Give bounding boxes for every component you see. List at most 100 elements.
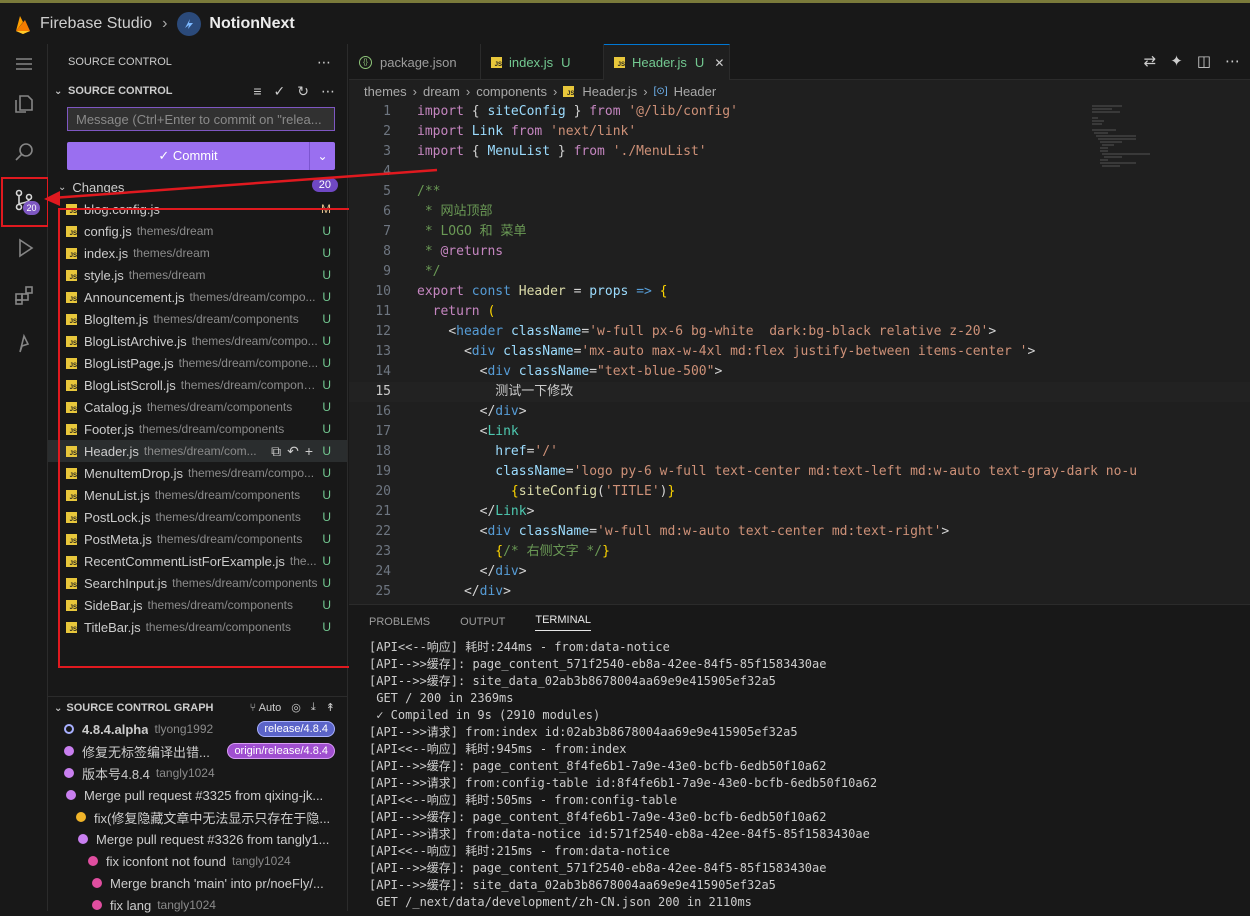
commit-message: Merge pull request #3325 from qixing-jk.… xyxy=(84,787,324,803)
split-editor-icon[interactable]: ◫ xyxy=(1197,52,1211,70)
chevron-right-icon: › xyxy=(162,14,168,32)
search-icon[interactable] xyxy=(0,132,48,172)
commit-dot-icon xyxy=(64,768,74,778)
view-as-list-icon[interactable]: ≡ xyxy=(253,83,261,100)
tab-status: U xyxy=(561,54,571,70)
branch-icon[interactable]: ⑂ Auto xyxy=(250,702,282,714)
terminal-output[interactable]: [API<<--响应] 耗时:244ms - from:data-notice [… xyxy=(349,639,1250,911)
editor-tab[interactable]: {} package.json xyxy=(349,44,481,80)
commit-message: Merge pull request #3326 from tangly1... xyxy=(96,831,330,847)
changes-header[interactable]: ⌄ Changes 20 xyxy=(58,178,338,196)
breadcrumb-item[interactable]: Header xyxy=(674,84,717,99)
changes-label: Changes xyxy=(72,179,125,195)
panel-tabs: PROBLEMS OUTPUT TERMINAL xyxy=(349,605,1250,639)
branch-badge: origin/release/4.8.4 xyxy=(227,743,335,759)
commit-message: 版本号4.8.4 xyxy=(82,766,150,782)
explorer-icon[interactable] xyxy=(0,84,48,124)
graph-auto-label: Auto xyxy=(258,701,282,714)
run-debug-icon[interactable] xyxy=(0,228,48,268)
refresh-icon[interactable]: ↻ xyxy=(297,83,309,100)
sparkle-icon[interactable]: ✦ xyxy=(1170,52,1183,70)
compare-changes-icon[interactable]: ⇄ xyxy=(1144,52,1157,70)
terminal-line: [API<<--响应] 耗时:505ms - from:config-table xyxy=(369,793,678,807)
menu-icon[interactable] xyxy=(0,44,48,84)
code-editor[interactable]: 1 import { siteConfig } from '@/lib/confi… xyxy=(349,102,1250,604)
commit-dot-icon xyxy=(78,834,88,844)
symbol-icon: [⊙] xyxy=(653,85,668,97)
fetch-icon[interactable]: ⤓ xyxy=(311,701,316,714)
chevron-down-icon[interactable]: ⌄ xyxy=(54,86,68,97)
terminal-line: [API-->>缓存]: page_content_8f4fe6b1-7a9e-… xyxy=(369,810,827,824)
js-file-icon: JS xyxy=(491,56,502,68)
more-icon[interactable]: ⋯ xyxy=(321,83,335,100)
editor-tab[interactable]: JS Header.js U ✕ xyxy=(604,44,730,80)
graph-commit-row[interactable]: fix(修复隐藏文章中无法显示只存在于隐... xyxy=(48,806,347,828)
tab-label: package.json xyxy=(380,54,457,70)
commit-dropdown-icon[interactable]: ⌄ xyxy=(309,142,335,170)
commit-graph: 4.8.4.alpha tlyong1992 release/4.8.4 修复无标签编… xyxy=(48,718,347,916)
panel-tab[interactable]: PROBLEMS xyxy=(369,616,430,628)
breadcrumb-item[interactable]: dream xyxy=(423,84,460,99)
graph-commit-row[interactable]: 版本号4.8.4 tangly1024 xyxy=(48,762,347,784)
commit-dot-icon xyxy=(64,746,74,756)
more-icon[interactable]: ⋯ xyxy=(1225,52,1240,70)
commit-author: tangly1024 xyxy=(231,854,291,868)
pull-icon[interactable]: ↟ xyxy=(326,701,335,714)
terminal-line: [API-->>缓存]: site_data_02ab3b8678004aa69… xyxy=(369,878,776,892)
editor-tab[interactable]: JS index.js U xyxy=(481,44,604,80)
terminal-line: [API-->>缓存]: site_data_02ab3b8678004aa69… xyxy=(369,674,776,688)
json-file-icon: {} xyxy=(359,55,372,69)
js-file-icon: JS xyxy=(563,85,575,97)
commit-author: tangly1024 xyxy=(157,898,216,912)
chevron-right-icon: › xyxy=(412,83,417,99)
panel-tab[interactable]: OUTPUT xyxy=(460,616,505,628)
terminal-line: [API-->>请求] from:data-notice id:571f2540… xyxy=(369,827,870,841)
commit-message: 4.8.4.alpha xyxy=(82,721,149,737)
chevron-right-icon: › xyxy=(553,83,558,99)
commit-author: tlyong1992 xyxy=(154,722,214,736)
commit-message: Merge branch 'main' into pr/noeFly/... xyxy=(110,875,324,891)
graph-commit-row[interactable]: 修复无标签编译出错... origin/release/4.8.4 xyxy=(48,740,347,762)
breadcrumb-item[interactable]: themes xyxy=(364,84,407,99)
extensions-icon[interactable] xyxy=(0,276,48,316)
terminal-line: [API-->>请求] from:config-table id:8f4fe6b… xyxy=(369,776,878,790)
chevron-right-icon: › xyxy=(465,83,471,99)
commit-label: Commit xyxy=(172,148,218,163)
graph-commit-row[interactable]: fix lang tangly1024 xyxy=(48,894,347,916)
breadcrumb-item[interactable]: components xyxy=(476,84,547,99)
commit-dot-icon xyxy=(92,900,102,910)
terminal-line: GET / 200 in 2369ms xyxy=(369,691,514,705)
firebase-logo-icon xyxy=(16,15,30,34)
commit-check-icon[interactable]: ✓ xyxy=(274,83,286,100)
commit-button[interactable]: ✓ Commit ⌄ xyxy=(67,142,335,170)
graph-title: SOURCE CONTROL GRAPH xyxy=(66,701,214,714)
chevron-down-icon: ⌄ xyxy=(58,181,67,193)
terminal-line: [API-->>缓存]: page_content_8f4fe6b1-7a9e-… xyxy=(369,759,827,773)
close-icon[interactable]: ✕ xyxy=(714,56,724,70)
graph-commit-row[interactable]: Merge branch 'main' into pr/noeFly/... xyxy=(48,872,347,894)
bottom-panel: PROBLEMS OUTPUT TERMINAL [API<<--响应] 耗时:24… xyxy=(349,604,1250,911)
chevron-right-icon: › xyxy=(643,83,648,99)
editor-tab-bar: {} package.json JS index.js U JS Header.js U ✕ xyxy=(349,44,1250,80)
graph-commit-row[interactable]: Merge pull request #3325 from qixing-jk.… xyxy=(48,784,347,806)
more-actions-icon[interactable]: ⋯ xyxy=(317,54,331,71)
breadcrumb-item[interactable]: Header.js xyxy=(582,84,637,99)
tab-status: U xyxy=(694,55,705,70)
panel-tab[interactable]: TERMINAL xyxy=(535,614,591,631)
graph-commit-row[interactable]: fix iconfont not found tangly1024 xyxy=(48,850,347,872)
annotation-highlight-box xyxy=(58,208,352,668)
firebase-studio-icon[interactable] xyxy=(0,324,48,364)
activity-bar xyxy=(0,44,48,911)
graph-commit-row[interactable]: 4.8.4.alpha tlyong1992 release/4.8.4 xyxy=(48,718,347,740)
commit-message: fix iconfont not found xyxy=(106,853,226,869)
sidebar-title: SOURCE CONTROL xyxy=(68,56,172,68)
terminal-line: [API<<--响应] 耗时:215ms - from:data-notice xyxy=(369,844,670,858)
terminal-line: ✓ Compiled in 9s (2910 modules) xyxy=(369,708,601,722)
annotation-highlight-box xyxy=(1,177,49,227)
graph-commit-row[interactable]: Merge pull request #3326 from tangly1... xyxy=(48,828,347,850)
graph-header[interactable]: ⌄ SOURCE CONTROL GRAPH ⑂ Auto ◎ ⤓ ↟ xyxy=(48,696,347,718)
commit-message-input[interactable]: Message (Ctrl+Enter to commit on "relea.… xyxy=(67,107,335,131)
project-name[interactable]: NotionNext xyxy=(209,15,294,33)
section-title: SOURCE CONTROL xyxy=(68,85,173,97)
target-icon[interactable]: ◎ xyxy=(291,701,301,714)
